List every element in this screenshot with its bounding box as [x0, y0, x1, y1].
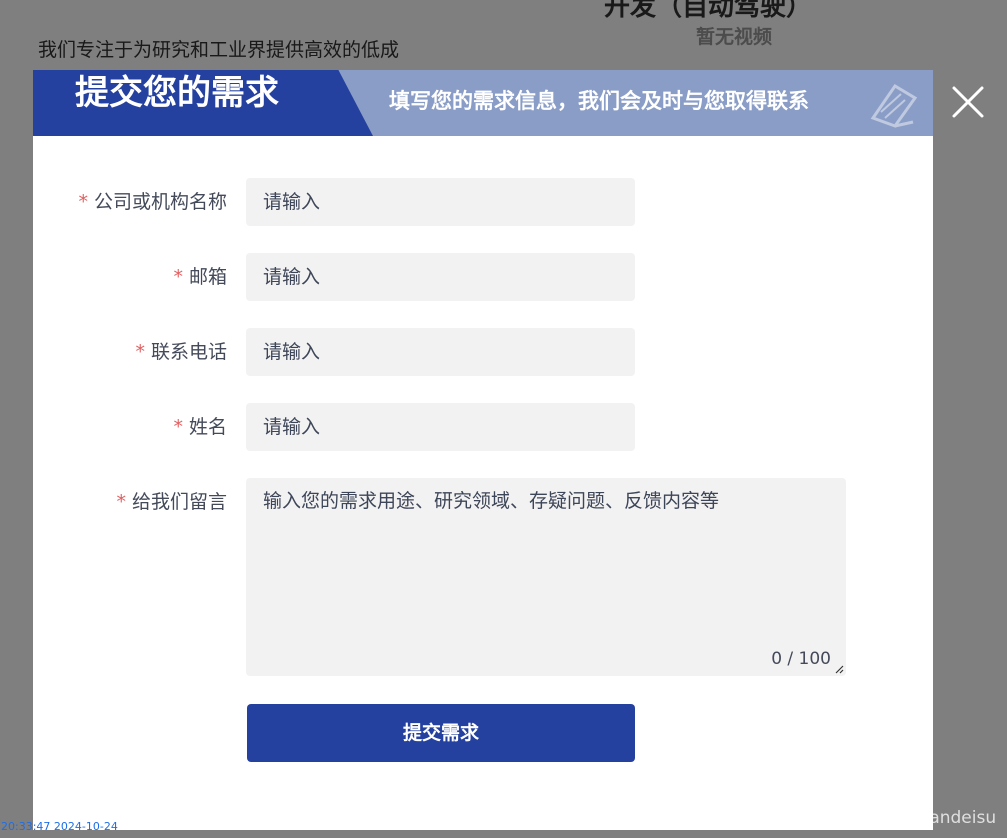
required-mark: *	[173, 266, 183, 288]
field-label-text: 给我们留言	[131, 491, 227, 513]
field-label-name: * 姓名	[173, 403, 227, 451]
char-counter: 0 / 100	[771, 649, 831, 669]
field-label-company: * 公司或机构名称	[78, 178, 227, 226]
field-label-phone: * 联系电话	[135, 328, 227, 376]
field-label-text: 邮箱	[188, 266, 227, 288]
field-label-message: * 给我们留言	[116, 478, 227, 526]
field-row-message: *给我们留言 0 / 100	[33, 478, 933, 676]
watermark: CSDN @shanshandeisu	[798, 808, 997, 828]
resize-handle-icon[interactable]	[834, 664, 844, 674]
field-row-name: * 姓名	[33, 403, 933, 451]
email-input[interactable]	[246, 253, 635, 301]
modal-title-box: 提交您的需求	[33, 70, 373, 136]
required-mark: *	[116, 491, 126, 513]
company-input[interactable]	[246, 178, 635, 226]
field-label-text: 公司或机构名称	[93, 191, 227, 213]
required-mark: *	[135, 341, 145, 363]
modal-title: 提交您的需求	[75, 73, 279, 113]
field-row-email: * 邮箱	[33, 253, 933, 301]
pen-paper-icon	[870, 83, 918, 128]
timestamp: 20:33:47 2024-10-24	[1, 820, 118, 833]
modal-subtitle: 填写您的需求信息，我们会及时与您取得联系	[389, 89, 809, 113]
message-field: 0 / 100	[246, 478, 846, 676]
close-icon[interactable]	[950, 84, 986, 120]
field-label-text: 姓名	[188, 416, 227, 438]
required-mark: *	[173, 416, 183, 438]
field-row-phone: * 联系电话	[33, 328, 933, 376]
phone-input[interactable]	[246, 328, 635, 376]
message-textarea[interactable]	[246, 478, 846, 676]
field-label-text: 联系电话	[150, 341, 227, 363]
name-input[interactable]	[246, 403, 635, 451]
field-row-company: * 公司或机构名称	[33, 178, 933, 226]
required-mark: *	[78, 191, 88, 213]
submit-button[interactable]: 提交需求	[247, 704, 635, 762]
requirement-modal: 提交您的需求 填写您的需求信息，我们会及时与您取得联系 *公司或机构名称 *邮箱…	[33, 70, 933, 830]
modal-header: 提交您的需求 填写您的需求信息，我们会及时与您取得联系	[33, 70, 933, 136]
field-label-email: * 邮箱	[173, 253, 227, 301]
